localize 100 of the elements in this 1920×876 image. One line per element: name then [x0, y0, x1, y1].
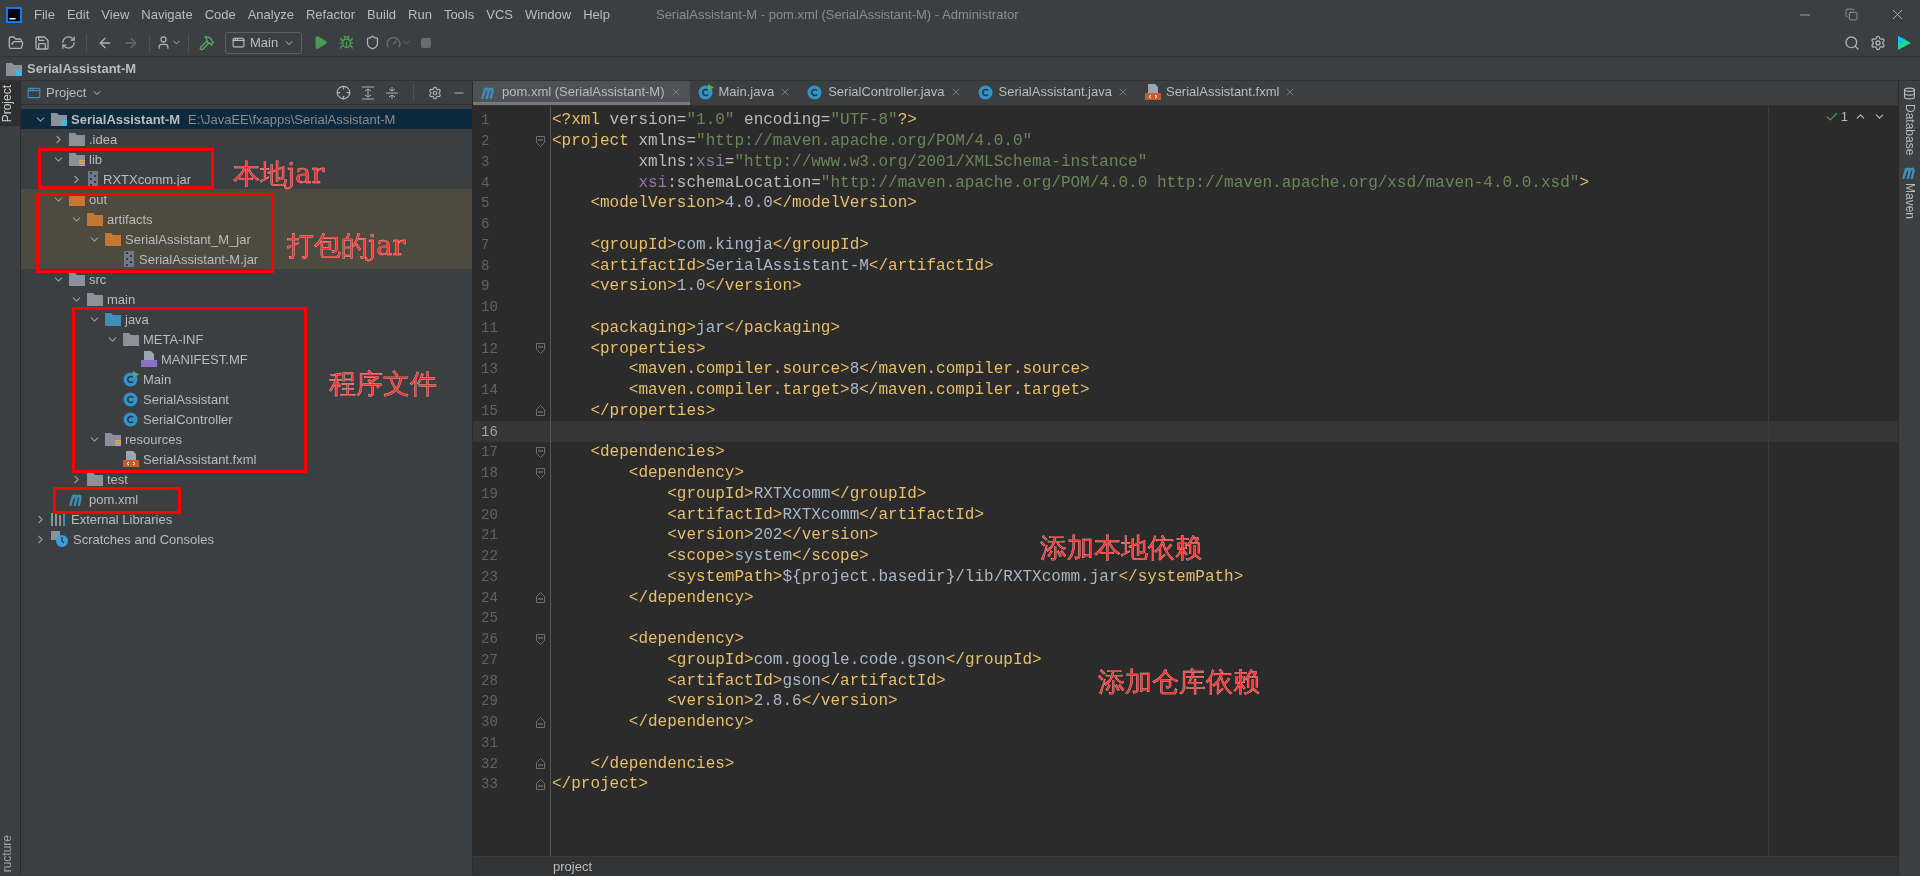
line-number: 9	[480, 278, 491, 295]
tool-window-button[interactable]: Database	[1902, 104, 1917, 156]
line-number: 27	[480, 651, 499, 668]
settings-icon[interactable]	[428, 85, 442, 100]
tree-item[interactable]: main	[69, 289, 136, 309]
editor-tab[interactable]: pom.xml (SerialAssistant-M)	[473, 81, 690, 105]
tool-window-button[interactable]: ructure	[0, 830, 20, 876]
tree-item[interactable]: pom.xml	[51, 489, 139, 509]
fold-marker-icon[interactable]	[535, 633, 545, 645]
stop-icon[interactable]	[420, 36, 433, 49]
editor-tab[interactable]: SerialController.java	[799, 81, 970, 105]
window-icon	[232, 36, 245, 49]
run-configuration-dropdown[interactable]: Main	[225, 31, 303, 54]
hammer-icon[interactable]	[199, 34, 215, 51]
code-line: <packaging>jar</packaging>	[589, 318, 841, 337]
editor-tab[interactable]: Main.java	[689, 81, 800, 105]
line-number: 30	[480, 714, 499, 731]
menu-item[interactable]: Navigate	[135, 4, 199, 25]
line-number: 18	[480, 465, 499, 482]
menu-item[interactable]: Refactor	[299, 4, 362, 25]
refresh-icon[interactable]	[60, 35, 76, 50]
code-line: <version>2.8.6</version>	[666, 692, 898, 711]
scratches-icon	[51, 531, 69, 547]
tree-item[interactable]: SerialAssistant	[105, 389, 229, 409]
line-number: 21	[480, 527, 499, 544]
run-icon[interactable]	[312, 35, 328, 50]
tree-item[interactable]: .idea	[51, 129, 118, 149]
tree-item[interactable]: java	[87, 309, 149, 329]
settings-icon[interactable]	[1870, 34, 1886, 51]
fold-marker-icon[interactable]	[535, 343, 545, 355]
tool-window-button[interactable]: Maven	[1902, 183, 1917, 220]
menu-item[interactable]: Build	[361, 4, 402, 25]
menu-item[interactable]: Help	[577, 4, 616, 25]
menu-item[interactable]: Tools	[437, 4, 481, 25]
menu-item[interactable]: Window	[518, 4, 578, 25]
folder-icon	[87, 472, 103, 486]
tree-item[interactable]: RXTXcomm.jar	[69, 169, 192, 189]
line-number: 17	[480, 444, 499, 461]
collapse-all-icon[interactable]	[385, 85, 399, 100]
save-icon[interactable]	[34, 34, 50, 51]
breadcrumb[interactable]: project	[553, 859, 593, 874]
toolbox-logo-icon[interactable]	[1896, 34, 1912, 51]
tool-window-button[interactable]: Project	[0, 81, 20, 127]
folder-icon	[69, 132, 85, 146]
user-icon[interactable]	[156, 35, 171, 50]
menu-item[interactable]: Code	[198, 4, 242, 25]
expand-all-icon[interactable]	[361, 85, 375, 100]
window-title: SerialAssistant-M - pom.xml (SerialAssistant-M) - Administrator	[655, 7, 1019, 22]
tree-item[interactable]: SerialAssistant-M	[33, 109, 181, 129]
line-number: 6	[480, 216, 491, 233]
menu-item[interactable]: Edit	[60, 4, 96, 25]
tree-item[interactable]: META-INF	[105, 329, 204, 349]
tree-item[interactable]: src	[51, 269, 107, 289]
fold-marker-icon[interactable]	[535, 446, 545, 458]
editor-tab[interactable]: SerialAssistant.fxml	[1136, 81, 1305, 105]
fold-marker-icon[interactable]	[535, 592, 545, 604]
tree-item[interactable]: SerialAssistant.fxml	[105, 449, 257, 469]
code-line: <groupId>com.kingja</groupId>	[589, 235, 869, 254]
tree-item[interactable]: lib	[51, 149, 102, 169]
fold-marker-icon[interactable]	[535, 716, 545, 728]
breadcrumb[interactable]: SerialAssistant-M	[27, 61, 137, 76]
gauge-icon[interactable]	[386, 35, 402, 50]
code-line: <dependency>	[627, 464, 745, 483]
menu-item[interactable]: VCS	[480, 4, 519, 25]
search-icon[interactable]	[1844, 34, 1860, 51]
tree-item[interactable]: resources	[87, 429, 183, 449]
line-number: 3	[480, 153, 491, 170]
tree-item[interactable]: Scratches and Consoles	[33, 529, 214, 549]
editor-tab[interactable]: SerialAssistant.java	[969, 81, 1137, 105]
code-line: xmlns:xsi="http://www.w3.org/2001/XMLSchema-instance"	[637, 152, 1148, 171]
menu-item[interactable]: Analyze	[241, 4, 300, 25]
code-line: <modelVersion>4.0.0</modelVersion>	[589, 194, 917, 213]
open-folder-icon[interactable]	[8, 34, 24, 51]
code-line: </project>	[552, 775, 648, 794]
fold-marker-icon[interactable]	[535, 467, 545, 479]
fold-marker-icon[interactable]	[535, 778, 545, 790]
tree-item[interactable]: Main	[105, 369, 172, 389]
tree-item[interactable]: out	[51, 189, 108, 209]
panel-title[interactable]: Project	[46, 85, 87, 100]
shield-icon[interactable]	[364, 35, 380, 50]
fold-marker-icon[interactable]	[535, 135, 545, 147]
menu-item[interactable]: View	[95, 4, 136, 25]
tree-item[interactable]: test	[69, 469, 128, 489]
tree-item[interactable]: External Libraries	[33, 509, 173, 529]
fxml-file-icon	[123, 451, 139, 467]
code-line: <artifactId>gson</artifactId>	[666, 671, 946, 690]
fold-marker-icon[interactable]	[535, 758, 545, 770]
code-line: <groupId>com.google.code.gson</groupId>	[666, 650, 1042, 669]
code-line: </dependencies>	[589, 754, 735, 773]
locate-icon[interactable]	[336, 85, 351, 100]
menu-item[interactable]: Run	[402, 4, 438, 25]
inspection-count[interactable]: 1	[1840, 109, 1848, 124]
tree-item[interactable]: SerialController	[105, 409, 233, 429]
tree-item[interactable]: artifacts	[69, 209, 153, 229]
code-line: <dependencies>	[589, 443, 725, 462]
fold-marker-icon[interactable]	[535, 405, 545, 417]
restore-icon[interactable]	[1844, 8, 1858, 21]
menu-item[interactable]: File	[28, 4, 61, 25]
bug-icon[interactable]	[338, 35, 354, 50]
tree-item[interactable]: MANIFEST.MF	[123, 349, 248, 369]
